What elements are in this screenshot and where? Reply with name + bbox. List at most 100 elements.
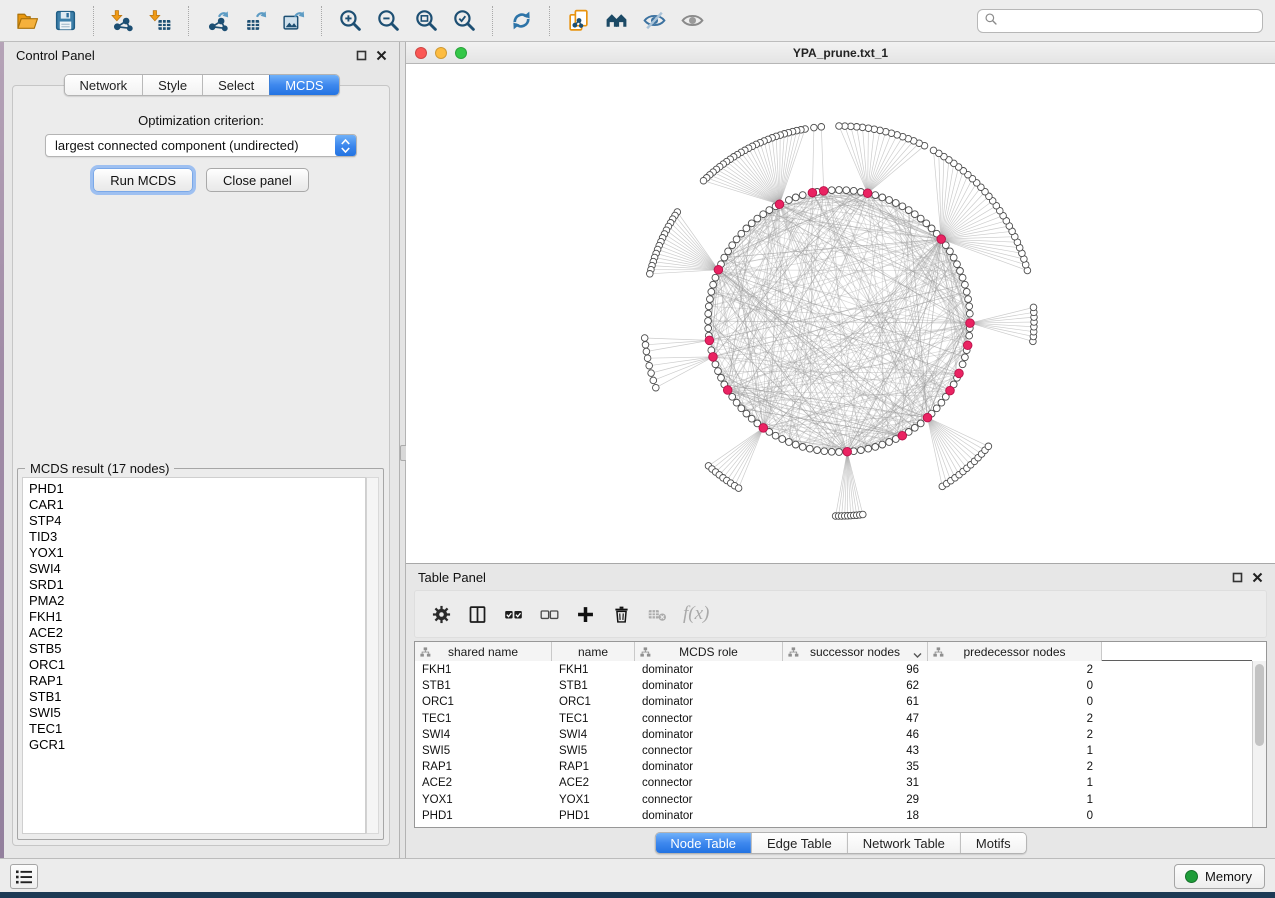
graph-node[interactable] [836,187,843,194]
table-row-ACE2[interactable]: ACE2ACE2connector311 [415,775,1252,791]
table-row-PHD1[interactable]: PHD1PHD1dominator180 [415,808,1252,824]
scrollbar-thumb[interactable] [1255,664,1264,746]
mcds-graph-node[interactable] [819,187,828,196]
first-neighbors-button[interactable] [600,5,632,37]
zoom-in-button[interactable] [334,5,366,37]
table-row-TEC1[interactable]: TEC1TEC1connector472 [415,711,1252,727]
graph-node[interactable] [779,436,786,443]
graph-node[interactable] [772,432,779,439]
graph-node[interactable] [879,441,886,448]
graph-node[interactable] [836,123,843,130]
graph-node[interactable] [729,393,736,400]
graph-node[interactable] [911,211,918,218]
graph-node[interactable] [748,220,755,227]
graph-node[interactable] [950,254,957,261]
graph-node[interactable] [966,332,973,339]
table-tab-node-table[interactable]: Node Table [655,833,751,853]
column-header-MCDS-role[interactable]: MCDS role [635,642,783,661]
graph-node[interactable] [735,485,742,492]
graph-node[interactable] [786,197,793,204]
graph-node[interactable] [738,405,745,412]
graph-node[interactable] [947,248,954,255]
graph-node[interactable] [821,448,828,455]
table-panel-close-panel-icon[interactable] [1252,572,1263,583]
graph-node[interactable] [923,220,930,227]
graph-node[interactable] [828,448,835,455]
graph-node[interactable] [721,254,728,261]
mcds-result-node[interactable]: TID3 [29,529,365,545]
open-file-button[interactable] [11,5,43,37]
mcds-graph-node[interactable] [808,188,817,197]
add-column-button[interactable] [575,601,596,627]
close-panel-button[interactable]: Close panel [206,168,309,192]
graph-node[interactable] [729,242,736,249]
graph-node[interactable] [733,236,740,243]
graph-node[interactable] [966,310,973,317]
table-row-ORC1[interactable]: ORC1ORC1dominator610 [415,694,1252,710]
import-table-button[interactable] [144,5,176,37]
column-header-name[interactable]: name [552,642,635,661]
graph-node[interactable] [754,215,761,222]
table-panel-float-panel-button[interactable] [1232,572,1243,583]
graph-node[interactable] [792,441,799,448]
graph-node[interactable] [806,445,813,452]
mcds-result-node[interactable]: FKH1 [29,609,365,625]
graph-node[interactable] [644,355,651,362]
graph-node[interactable] [957,268,964,275]
graph-node[interactable] [710,281,717,288]
mcds-result-node[interactable]: CAR1 [29,497,365,513]
mcds-graph-node[interactable] [937,235,946,244]
control-tab-mcds[interactable]: MCDS [269,75,338,95]
graph-node[interactable] [707,296,714,303]
graph-node[interactable] [860,511,867,518]
mcds-result-node[interactable]: ACE2 [29,625,365,641]
graph-node[interactable] [653,384,660,391]
graph-node[interactable] [743,410,750,417]
graph-node[interactable] [799,444,806,451]
control-panel-float-panel-button[interactable] [356,50,367,61]
refresh-layout-button[interactable] [505,5,537,37]
mcds-graph-node[interactable] [775,200,784,209]
task-history-button[interactable] [10,864,38,889]
mcds-graph-node[interactable] [946,386,955,395]
column-header-successor-nodes[interactable]: successor nodes [783,642,928,661]
mcds-graph-node[interactable] [759,424,768,433]
deselect-all-button[interactable] [539,601,560,627]
graph-node[interactable] [705,310,712,317]
zoom-selected-button[interactable] [448,5,480,37]
mcds-graph-node[interactable] [723,386,732,395]
network-graph[interactable] [406,64,1275,563]
graph-node[interactable] [650,377,657,384]
graph-node[interactable] [954,261,961,268]
graph-node[interactable] [647,271,654,278]
mcds-result-node[interactable]: SWI5 [29,705,365,721]
graph-node[interactable] [705,325,712,332]
graph-node[interactable] [962,354,969,361]
export-image-button[interactable] [277,5,309,37]
graph-node[interactable] [828,187,835,194]
graph-node[interactable] [708,288,715,295]
mcds-result-node[interactable]: STB5 [29,641,365,657]
graph-node[interactable] [965,296,972,303]
graph-node[interactable] [933,405,940,412]
graph-node[interactable] [917,420,924,427]
graph-node[interactable] [858,447,865,454]
control-tab-network[interactable]: Network [64,75,142,95]
mcds-result-node[interactable]: YOX1 [29,545,365,561]
graph-node[interactable] [786,439,793,446]
graph-node[interactable] [641,335,648,342]
zoom-fit-button[interactable] [410,5,442,37]
graph-node[interactable] [966,303,973,310]
mcds-graph-node[interactable] [966,319,975,328]
mcds-graph-node[interactable] [923,413,932,422]
mcds-result-node[interactable]: STB1 [29,689,365,705]
graph-node[interactable] [872,192,879,199]
column-header-shared-name[interactable]: shared name [415,642,552,661]
save-session-button[interactable] [49,5,81,37]
export-table-button[interactable] [239,5,271,37]
node-table-scrollbar[interactable] [1252,661,1266,827]
graph-node[interactable] [705,318,712,325]
column-header-predecessor-nodes[interactable]: predecessor nodes [928,642,1102,661]
mcds-graph-node[interactable] [863,189,872,198]
graph-node[interactable] [643,348,650,355]
